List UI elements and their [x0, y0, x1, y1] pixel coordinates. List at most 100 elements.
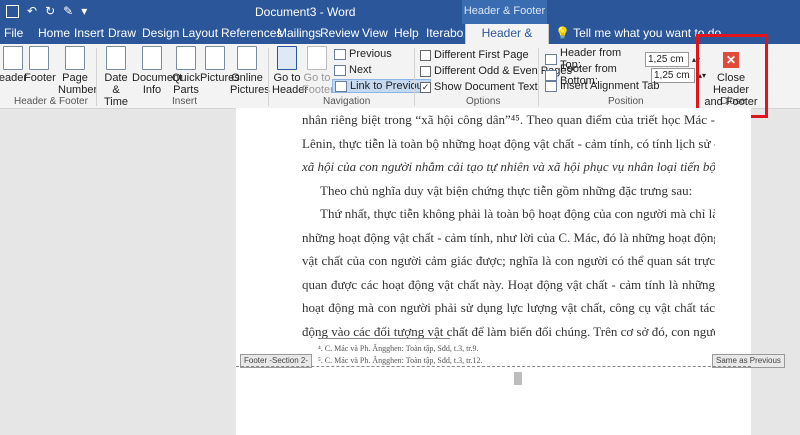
group-label-position: Position — [608, 96, 644, 107]
separator — [538, 48, 539, 106]
quick-label-2: Parts — [173, 84, 199, 96]
goto-footer-label-2: Footer — [302, 84, 334, 96]
ribbon-tabs: File Home Insert Draw Design Layout Refe… — [0, 24, 800, 58]
separator — [268, 48, 269, 106]
tab-draw[interactable]: Draw — [106, 24, 138, 44]
date-label-2: Time — [103, 96, 129, 108]
goto-header-label-2: Header — [272, 84, 309, 96]
body-line: hoạt động mà con người phải sử dụng lực … — [302, 300, 715, 315]
undo-icon[interactable]: ↶ — [27, 4, 37, 18]
pen-icon[interactable]: ✎ — [63, 4, 73, 18]
tab-layout[interactable]: Layout — [180, 24, 220, 44]
page-number-label-1: Page — [62, 72, 88, 84]
tab-help[interactable]: Help — [392, 24, 421, 44]
quick-parts-icon — [176, 46, 196, 70]
diff-first-label: Different First Page — [434, 49, 529, 61]
redo-icon[interactable]: ↻ — [45, 4, 55, 18]
group-label-insert: Insert — [172, 96, 198, 107]
body-line: Lênin, thực tiễn là toàn bộ những hoạt đ… — [302, 135, 715, 151]
tab-mailings[interactable]: Mailings — [275, 24, 323, 44]
body-line: Theo chủ nghĩa duy vật biện chứng thực t… — [320, 182, 693, 198]
online-label-2: Pictures — [230, 84, 270, 96]
online-label-1: Online — [231, 72, 263, 84]
goto-footer-label-1: Go to — [303, 72, 331, 84]
goto-footer-icon — [307, 46, 327, 70]
picture-icon — [205, 46, 225, 70]
next-icon — [334, 64, 346, 76]
footnote: ⁴. C. Mác và Ph. Ăngghen: Toàn tập, Sđd,… — [318, 344, 479, 353]
separator — [96, 48, 97, 106]
goto-header-icon — [277, 46, 297, 70]
text-cursor — [514, 372, 522, 385]
body-line: Thứ nhất, thực tiễn không phải là toàn b… — [320, 206, 715, 221]
online-pictures-button[interactable]: Online Pictures — [230, 46, 270, 96]
lightbulb-icon: 💡 — [555, 26, 574, 40]
save-icon[interactable] — [6, 4, 19, 18]
goto-header-button[interactable]: Go to Header — [272, 46, 309, 96]
document-body[interactable]: nhân riêng biệt trong “xã hội công dân”⁴… — [302, 108, 715, 343]
checkbox-icon — [420, 49, 431, 61]
header-icon — [3, 46, 23, 70]
footnote: ⁵. C. Mác và Ph. Ăngghen: Toàn tập, Sđd,… — [318, 356, 483, 365]
separator — [414, 48, 415, 106]
pictures-button[interactable]: Pictures — [200, 46, 240, 84]
different-first-page-checkbox[interactable]: Different First Page — [420, 49, 529, 61]
footer-label: Footer — [24, 72, 56, 84]
previous-button[interactable]: Previous — [334, 48, 392, 60]
tab-review[interactable]: Review — [318, 24, 361, 44]
body-line: xã hội của con người nhằm cải tạo tự nhi… — [302, 159, 715, 174]
insert-tab-label: Insert Alignment Tab — [560, 80, 660, 92]
document-info-icon — [142, 46, 162, 70]
quick-label-1: Quick — [172, 72, 201, 84]
ribbon: eader Footer Page Number Header & Footer… — [0, 44, 800, 109]
insert-alignment-tab-button[interactable]: Insert Alignment Tab — [545, 80, 659, 92]
highlight-box — [696, 34, 768, 118]
tab-view[interactable]: View — [360, 24, 390, 44]
link-to-previous-button[interactable]: Link to Previous — [332, 79, 432, 93]
goto-footer-button[interactable]: Go to Footer — [302, 46, 334, 96]
calendar-icon — [106, 46, 126, 70]
title-bar: ↶ ↻ ✎ ▾ Document3 - Word Header & Footer… — [0, 0, 800, 39]
tab-file[interactable]: File — [2, 24, 25, 44]
tab-design[interactable]: Design — [140, 24, 181, 44]
footer-button[interactable]: Footer — [24, 46, 56, 84]
quick-parts-button[interactable]: Quick Parts — [172, 46, 200, 96]
tab-home[interactable]: Home — [36, 24, 72, 44]
show-doc-label: Show Document Text — [434, 81, 538, 93]
header-footer-tools-label: Header & Footer Tools — [462, 0, 547, 39]
footer-icon — [29, 46, 49, 70]
link-label: Link to Previous — [350, 80, 429, 92]
footer-boundary — [236, 366, 751, 367]
checkmark-icon: ✓ — [420, 81, 431, 93]
docinfo-label-1: Document — [132, 72, 183, 84]
date-label-1: Date & — [104, 72, 128, 96]
body-line: vật chất của con người cảm giác được; ng… — [302, 253, 715, 268]
footnote-separator — [318, 338, 450, 339]
previous-icon — [334, 48, 346, 60]
date-time-button[interactable]: Date & Time — [100, 46, 132, 108]
customize-qat-icon[interactable]: ▾ — [81, 4, 87, 18]
page-number-button[interactable]: Page Number — [58, 46, 98, 96]
document-info-button[interactable]: Document Info — [132, 46, 183, 96]
goto-header-label-1: Go to — [273, 72, 301, 84]
pictures-label: Pictures — [200, 72, 240, 84]
group-label-options: Options — [466, 96, 501, 107]
next-label: Next — [349, 64, 372, 76]
page-number-icon — [65, 46, 85, 70]
previous-label: Previous — [349, 48, 392, 60]
body-line: những hoạt động vật chất - cảm tính, như… — [302, 229, 715, 245]
online-pictures-icon — [237, 46, 257, 70]
page-number-label-2: Number — [58, 84, 98, 96]
tab-insert[interactable]: Insert — [72, 24, 106, 44]
next-button[interactable]: Next — [334, 64, 372, 76]
tab-header-footer[interactable]: Header & Footer — [465, 24, 549, 58]
body-line: quan được các hoạt động vật chất này. Ho… — [302, 276, 715, 292]
link-icon — [335, 80, 347, 92]
tab-iterabox[interactable]: Iterabox — [424, 24, 464, 44]
document-title: Document3 - Word — [255, 5, 356, 19]
quick-access-toolbar: ↶ ↻ ✎ ▾ — [6, 4, 87, 18]
group-label-header-footer: Header & Footer — [14, 96, 88, 107]
show-document-text-checkbox[interactable]: ✓ Show Document Text — [420, 81, 538, 93]
group-label-navigation: Navigation — [323, 96, 371, 107]
body-line: nhân riêng biệt trong “xã hội công dân”⁴… — [302, 112, 715, 127]
